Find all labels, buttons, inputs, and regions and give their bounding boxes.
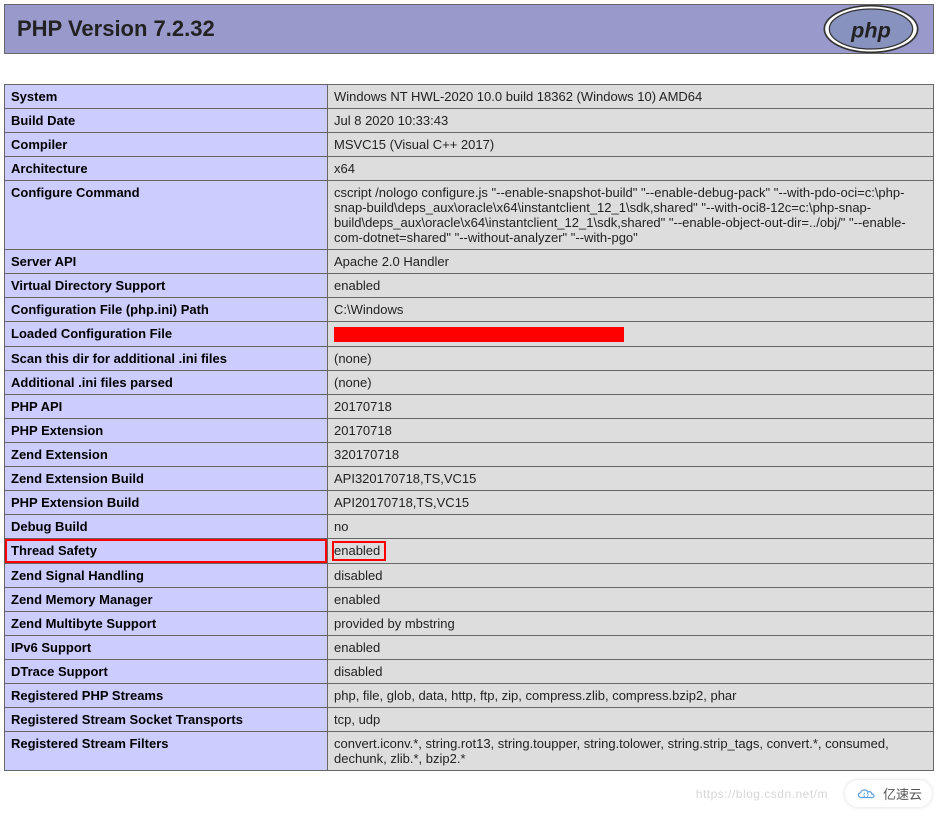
config-label: Architecture — [5, 157, 328, 181]
php-logo-icon: php — [821, 4, 921, 54]
config-value: cscript /nologo configure.js "--enable-s… — [328, 181, 934, 250]
table-row: Zend Extension320170718 — [5, 443, 934, 467]
table-row: Thread Safetyenabled — [5, 539, 934, 564]
config-value: MSVC15 (Visual C++ 2017) — [328, 133, 934, 157]
table-row: Zend Extension BuildAPI320170718,TS,VC15 — [5, 467, 934, 491]
table-row: Architecturex64 — [5, 157, 934, 181]
table-row: Server APIApache 2.0 Handler — [5, 250, 934, 274]
config-label: Zend Extension Build — [5, 467, 328, 491]
table-row: DTrace Supportdisabled — [5, 660, 934, 684]
phpinfo-table: SystemWindows NT HWL-2020 10.0 build 183… — [4, 84, 934, 771]
config-value: x64 — [328, 157, 934, 181]
config-label: PHP Extension — [5, 419, 328, 443]
table-row: Build DateJul 8 2020 10:33:43 — [5, 109, 934, 133]
config-label: Configuration File (php.ini) Path — [5, 298, 328, 322]
config-value: enabled — [328, 274, 934, 298]
config-value: 20170718 — [328, 419, 934, 443]
table-row: PHP API20170718 — [5, 395, 934, 419]
table-row: Zend Multibyte Supportprovided by mbstri… — [5, 612, 934, 636]
table-row: Registered PHP Streamsphp, file, glob, d… — [5, 684, 934, 708]
config-label: Loaded Configuration File — [5, 322, 328, 347]
config-label: System — [5, 85, 328, 109]
table-row: Scan this dir for additional .ini files(… — [5, 347, 934, 371]
table-row: PHP Extension20170718 — [5, 419, 934, 443]
config-value: Apache 2.0 Handler — [328, 250, 934, 274]
config-value: Windows NT HWL-2020 10.0 build 18362 (Wi… — [328, 85, 934, 109]
config-label: Registered Stream Socket Transports — [5, 708, 328, 732]
table-row: Zend Signal Handlingdisabled — [5, 564, 934, 588]
config-label: Zend Signal Handling — [5, 564, 328, 588]
watermark-text: 亿速云 — [883, 784, 922, 803]
table-row: Loaded Configuration File — [5, 322, 934, 347]
config-value: API320170718,TS,VC15 — [328, 467, 934, 491]
table-row: IPv6 Supportenabled — [5, 636, 934, 660]
config-label: Compiler — [5, 133, 328, 157]
cloud-icon — [855, 787, 877, 801]
config-label: Zend Extension — [5, 443, 328, 467]
config-value: disabled — [328, 660, 934, 684]
config-value: API20170718,TS,VC15 — [328, 491, 934, 515]
config-label: IPv6 Support — [5, 636, 328, 660]
config-label: Zend Memory Manager — [5, 588, 328, 612]
table-row: Configure Commandcscript /nologo configu… — [5, 181, 934, 250]
config-label: Debug Build — [5, 515, 328, 539]
table-row: SystemWindows NT HWL-2020 10.0 build 183… — [5, 85, 934, 109]
table-row: PHP Extension BuildAPI20170718,TS,VC15 — [5, 491, 934, 515]
config-value — [328, 322, 934, 347]
config-label: Build Date — [5, 109, 328, 133]
source-url-watermark: https://blog.csdn.net/m — [696, 787, 828, 801]
config-label: DTrace Support — [5, 660, 328, 684]
page-title: PHP Version 7.2.32 — [17, 16, 215, 42]
config-value: (none) — [328, 347, 934, 371]
config-value: convert.iconv.*, string.rot13, string.to… — [328, 732, 934, 771]
table-row: Additional .ini files parsed(none) — [5, 371, 934, 395]
config-value: tcp, udp — [328, 708, 934, 732]
table-row: Configuration File (php.ini) PathC:\Wind… — [5, 298, 934, 322]
config-value: no — [328, 515, 934, 539]
config-label: Virtual Directory Support — [5, 274, 328, 298]
config-value: 20170718 — [328, 395, 934, 419]
redacted-block — [334, 327, 624, 342]
highlighted-value: enabled — [332, 541, 386, 561]
config-value: 320170718 — [328, 443, 934, 467]
config-label: Configure Command — [5, 181, 328, 250]
config-label: Additional .ini files parsed — [5, 371, 328, 395]
config-label: Registered Stream Filters — [5, 732, 328, 771]
config-label: Registered PHP Streams — [5, 684, 328, 708]
table-row: Debug Buildno — [5, 515, 934, 539]
config-value: enabled — [328, 636, 934, 660]
table-row: Registered Stream Filtersconvert.iconv.*… — [5, 732, 934, 771]
php-logo: php — [821, 4, 921, 54]
config-label: Server API — [5, 250, 328, 274]
config-label: PHP Extension Build — [5, 491, 328, 515]
table-row: CompilerMSVC15 (Visual C++ 2017) — [5, 133, 934, 157]
config-label: Zend Multibyte Support — [5, 612, 328, 636]
config-value: disabled — [328, 564, 934, 588]
config-label: Thread Safety — [5, 539, 328, 564]
config-value: (none) — [328, 371, 934, 395]
table-row: Zend Memory Managerenabled — [5, 588, 934, 612]
svg-text:php: php — [850, 17, 891, 42]
table-row: Virtual Directory Supportenabled — [5, 274, 934, 298]
config-value: php, file, glob, data, http, ftp, zip, c… — [328, 684, 934, 708]
site-watermark: 亿速云 — [845, 780, 932, 807]
config-value: enabled — [328, 588, 934, 612]
config-label: PHP API — [5, 395, 328, 419]
phpinfo-header: PHP Version 7.2.32 php — [4, 4, 934, 54]
config-value: C:\Windows — [328, 298, 934, 322]
table-row: Registered Stream Socket Transportstcp, … — [5, 708, 934, 732]
config-value: provided by mbstring — [328, 612, 934, 636]
config-value: Jul 8 2020 10:33:43 — [328, 109, 934, 133]
config-value: enabled — [328, 539, 934, 564]
config-label: Scan this dir for additional .ini files — [5, 347, 328, 371]
